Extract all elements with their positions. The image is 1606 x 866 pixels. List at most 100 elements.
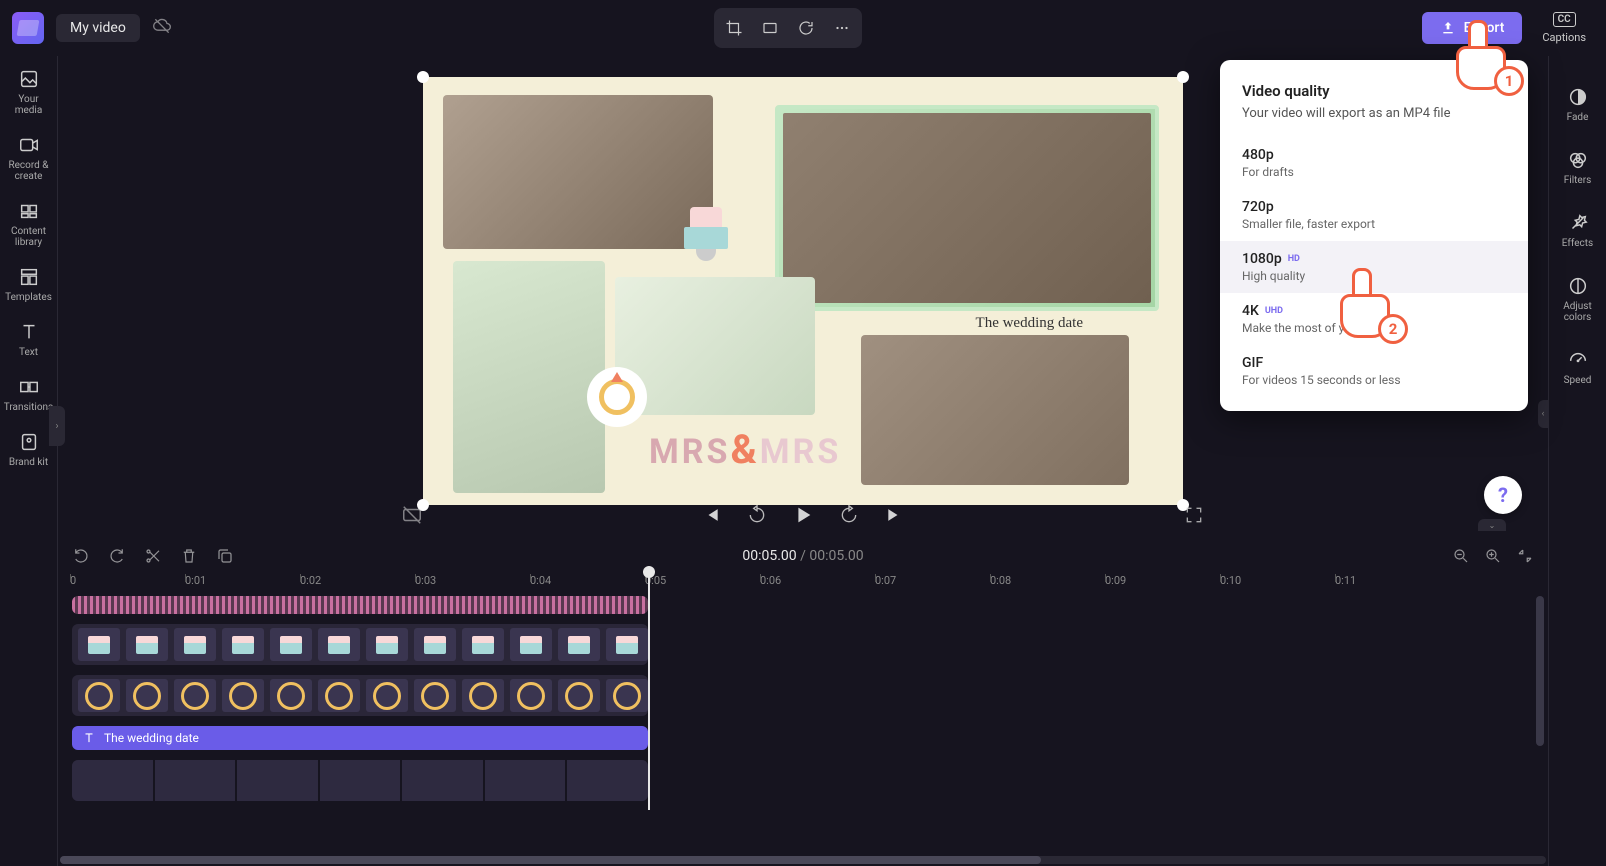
mrs-text-2: MRS	[760, 432, 841, 472]
panel-label: Effects	[1562, 238, 1593, 249]
export-panel-title: Video quality	[1220, 82, 1528, 106]
nav-your-media[interactable]: Your media	[4, 68, 54, 116]
canvas-photo-5[interactable]	[861, 335, 1129, 485]
fit-tool[interactable]	[754, 12, 786, 44]
panel-label: Speed	[1564, 375, 1592, 386]
timeline-tracks: The wedding date	[72, 596, 1544, 812]
skip-forward-button[interactable]	[881, 501, 909, 529]
ruler-tick: 0:03	[415, 574, 530, 594]
help-button[interactable]: ?	[1484, 476, 1522, 514]
quality-4k[interactable]: 4KUHD Make the most of your…	[1220, 293, 1528, 345]
resize-handle-tr[interactable]	[1177, 71, 1189, 83]
timeline-vertical-scrollbar[interactable]	[1536, 596, 1544, 746]
app-logo[interactable]	[12, 12, 44, 44]
text-track[interactable]: The wedding date	[72, 726, 648, 750]
nav-label: Content library	[4, 226, 54, 248]
sticker-track-cake[interactable]	[72, 624, 648, 665]
ruler-tick: 0:08	[990, 574, 1105, 594]
resize-handle-tl[interactable]	[417, 71, 429, 83]
nav-transitions[interactable]: Transitions	[4, 376, 54, 413]
delete-button[interactable]	[178, 545, 200, 567]
ring-sticker[interactable]	[587, 367, 647, 427]
cake-sticker[interactable]	[678, 207, 734, 263]
panel-label: Filters	[1564, 175, 1592, 186]
ruler-tick: 0:11	[1335, 574, 1450, 594]
timeline-ruler[interactable]: 0 0:01 0:02 0:03 0:04 0:05 0:06 0:07 0:0…	[70, 574, 1546, 594]
play-button[interactable]	[789, 501, 817, 529]
quality-480p[interactable]: 480p For drafts	[1220, 137, 1528, 189]
panel-adjust-colors[interactable]: Adjust colors	[1553, 275, 1603, 323]
nav-label: Transitions	[4, 402, 53, 413]
nav-label: Text	[19, 347, 38, 358]
current-time: 00:05.00	[742, 548, 796, 564]
ruler-tick: 0	[70, 574, 185, 594]
video-canvas[interactable]: The wedding date MRS&MRS	[423, 77, 1183, 505]
nav-label: Record & create	[4, 160, 54, 182]
playhead[interactable]	[648, 570, 650, 810]
more-tool[interactable]	[826, 12, 858, 44]
canvas-tools	[714, 8, 862, 48]
quality-1080p[interactable]: 1080pHD High quality	[1220, 241, 1528, 293]
panel-filters[interactable]: Filters	[1553, 149, 1603, 186]
ruler-tick: 0:09	[1105, 574, 1220, 594]
nav-label: Your media	[4, 94, 54, 116]
panel-fade[interactable]: Fade	[1553, 86, 1603, 123]
cloud-sync-icon	[152, 16, 172, 40]
canvas-caption[interactable]: The wedding date	[976, 315, 1083, 332]
zoom-in-button[interactable]	[1482, 545, 1504, 567]
ruler-tick: 0:01	[185, 574, 300, 594]
crop-tool[interactable]	[718, 12, 750, 44]
skip-back-button[interactable]	[697, 501, 725, 529]
split-button[interactable]	[142, 545, 164, 567]
rewind-button[interactable]	[743, 501, 771, 529]
panel-label: Adjust colors	[1553, 301, 1603, 323]
nav-brand-kit[interactable]: Brand kit	[4, 431, 54, 468]
export-button[interactable]: Export	[1422, 12, 1523, 44]
canvas-photo-2[interactable]	[775, 105, 1159, 311]
quality-gif[interactable]: GIF For videos 15 seconds or less	[1220, 345, 1528, 397]
clip-thumb	[78, 628, 120, 661]
forward-button[interactable]	[835, 501, 863, 529]
canvas-photo-1[interactable]	[443, 95, 713, 249]
panel-label: Fade	[1567, 112, 1589, 123]
nav-label: Templates	[5, 292, 52, 303]
ruler-tick: 0:02	[300, 574, 415, 594]
zoom-out-button[interactable]	[1450, 545, 1472, 567]
export-quality-dropdown: Video quality Your video will export as …	[1220, 60, 1528, 411]
rotate-tool[interactable]	[790, 12, 822, 44]
redo-button[interactable]	[106, 545, 128, 567]
mrs-and-mrs-text[interactable]: MRS&MRS	[649, 426, 841, 473]
total-time: 00:05.00	[809, 548, 863, 564]
ruler-tick: 0:04	[530, 574, 645, 594]
toggle-captions-overlay[interactable]	[398, 501, 426, 529]
ruler-tick: 0:07	[875, 574, 990, 594]
clip-thumb	[78, 679, 120, 712]
canvas-photo-3[interactable]	[453, 261, 605, 493]
fullscreen-button[interactable]	[1180, 501, 1208, 529]
video-track[interactable]	[72, 760, 648, 801]
export-panel-subtitle: Your video will export as an MP4 file	[1220, 106, 1528, 137]
upload-icon	[1440, 20, 1456, 36]
undo-button[interactable]	[70, 545, 92, 567]
audio-track[interactable]	[72, 596, 648, 614]
duplicate-button[interactable]	[214, 545, 236, 567]
timecode-display: 00:05.00 / 00:05.00	[742, 548, 863, 564]
ruler-tick: 0:05	[645, 574, 760, 594]
nav-record-create[interactable]: Record & create	[4, 134, 54, 182]
panel-speed[interactable]: Speed	[1553, 349, 1603, 386]
nav-text[interactable]: Text	[4, 321, 54, 358]
mrs-text-1: MRS	[649, 432, 730, 472]
sticker-track-ring[interactable]	[72, 675, 648, 716]
cc-icon: CC	[1553, 12, 1576, 27]
quality-720p[interactable]: 720p Smaller file, faster export	[1220, 189, 1528, 241]
ruler-tick: 0:10	[1220, 574, 1335, 594]
collapse-timeline[interactable]: ⌄	[1478, 519, 1506, 531]
project-name[interactable]: My video	[56, 14, 140, 42]
panel-effects[interactable]: Effects	[1553, 212, 1603, 249]
nav-content-library[interactable]: Content library	[4, 200, 54, 248]
captions-button[interactable]: CC Captions	[1534, 12, 1594, 44]
timeline-horizontal-scrollbar[interactable]	[60, 856, 1546, 864]
mrs-amp: &	[730, 426, 759, 473]
fit-timeline-button[interactable]	[1514, 545, 1536, 567]
nav-templates[interactable]: Templates	[4, 266, 54, 303]
